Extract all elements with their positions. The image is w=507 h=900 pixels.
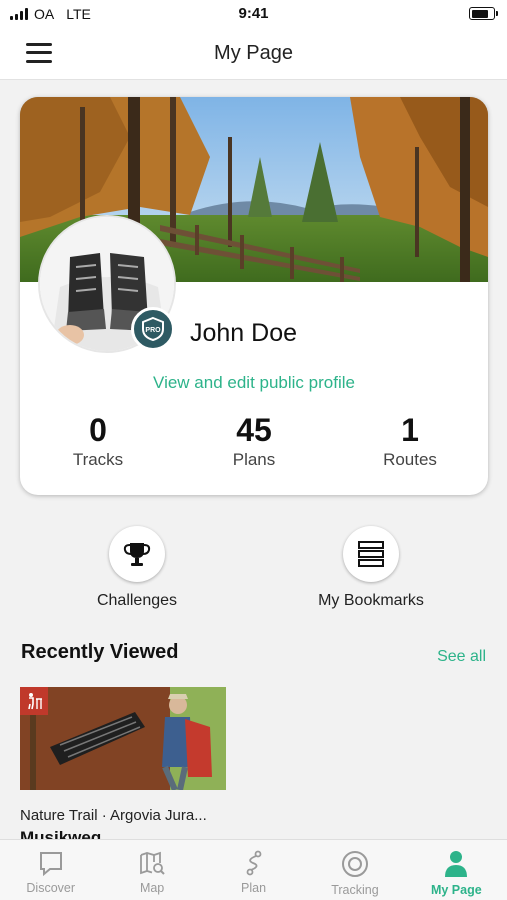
my-bookmarks-label: My Bookmarks bbox=[318, 592, 424, 609]
page-title: My Page bbox=[214, 42, 293, 64]
bookmarks-icon bbox=[343, 526, 399, 582]
trophy-icon bbox=[109, 526, 165, 582]
stat-tracks[interactable]: 0 Tracks bbox=[20, 412, 176, 470]
recently-viewed-subtitle: Nature Trail · Argovia Jura... bbox=[20, 807, 207, 824]
recently-viewed-image bbox=[20, 687, 226, 790]
tab-label: Discover bbox=[26, 881, 76, 895]
my-bookmarks-button[interactable]: My Bookmarks bbox=[281, 526, 461, 610]
top-navbar: My Page bbox=[0, 28, 507, 80]
stat-routes[interactable]: 1 Routes bbox=[332, 412, 488, 470]
pro-badge-label: PRO bbox=[145, 327, 161, 334]
tab-discover[interactable]: Discover bbox=[0, 840, 101, 900]
tab-map[interactable]: Map bbox=[101, 840, 202, 900]
stat-value: 0 bbox=[89, 412, 107, 448]
bottom-tab-bar: Discover Map Plan Tracking My Page bbox=[0, 839, 507, 900]
person-icon bbox=[445, 851, 468, 877]
tab-label: Plan bbox=[241, 881, 267, 895]
stat-value: 1 bbox=[401, 412, 419, 448]
stat-label: Plans bbox=[232, 450, 276, 469]
tab-label: My Page bbox=[430, 883, 482, 897]
stat-plans[interactable]: 45 Plans bbox=[176, 412, 332, 470]
status-bar: OA LTE 9:41 bbox=[0, 0, 507, 28]
tab-my-page[interactable]: My Page bbox=[406, 840, 507, 900]
tab-plan[interactable]: Plan bbox=[203, 840, 304, 900]
stat-label: Routes bbox=[383, 450, 437, 469]
see-all-link[interactable]: See all bbox=[437, 648, 486, 666]
view-edit-profile-link[interactable]: View and edit public profile bbox=[20, 373, 488, 393]
battery-icon bbox=[469, 7, 498, 20]
status-time: 9:41 bbox=[238, 5, 269, 22]
tab-tracking[interactable]: Tracking bbox=[304, 840, 405, 900]
tab-label: Map bbox=[139, 881, 165, 895]
tab-label: Tracking bbox=[331, 883, 379, 897]
pro-badge-icon: PRO bbox=[131, 307, 175, 351]
profile-stats: 0 Tracks 45 Plans 1 Routes bbox=[20, 412, 488, 470]
profile-card: PRO John Doe View and edit public profil… bbox=[20, 97, 488, 495]
stat-value: 45 bbox=[236, 412, 272, 448]
hiking-trail-icon bbox=[20, 687, 48, 715]
profile-name: John Doe bbox=[190, 319, 298, 347]
recently-viewed-title: Recently Viewed bbox=[21, 641, 179, 663]
stat-label: Tracks bbox=[72, 450, 124, 469]
plan-icon bbox=[246, 850, 261, 876]
challenges-button[interactable]: Challenges bbox=[47, 526, 227, 610]
tracking-icon bbox=[341, 851, 368, 877]
challenges-label: Challenges bbox=[96, 592, 178, 609]
recently-viewed-item[interactable]: Nature Trail · Argovia Jura... Musikweg bbox=[20, 687, 226, 848]
discover-icon bbox=[39, 852, 62, 876]
map-icon bbox=[140, 851, 165, 875]
